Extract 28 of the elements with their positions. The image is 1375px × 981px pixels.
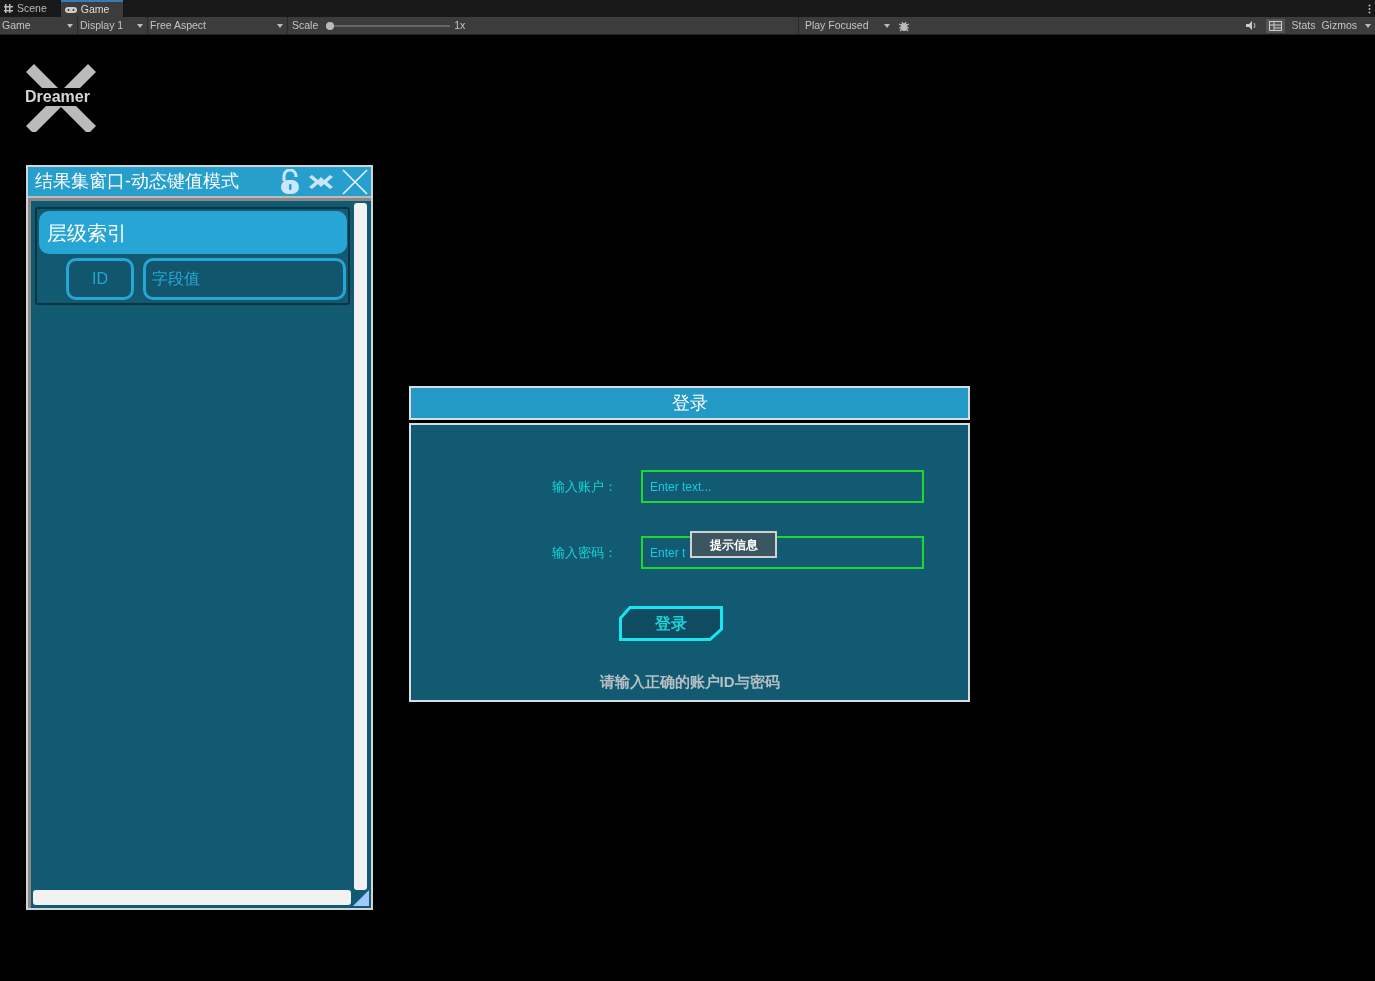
caret-icon [883, 23, 890, 28]
caret-icon [277, 23, 283, 28]
grid-icon [4, 4, 13, 13]
hint-text: 请输入正确的账户ID与密码 [599, 672, 780, 692]
dropdown[interactable]: Free Aspect [148, 17, 288, 34]
logo: Dreamer [24, 62, 98, 132]
scale-value: 1x [454, 17, 466, 33]
stats-grid-icon[interactable] [1266, 18, 1286, 33]
tab[interactable]: Game [60, 0, 124, 17]
scale-label: Scale [292, 17, 319, 33]
horizontal-scrollbar[interactable] [33, 890, 351, 905]
dialog-title: 登录 [409, 386, 970, 420]
input-field[interactable]: Enter text... [641, 470, 924, 503]
tooltip: 提示信息 [690, 531, 777, 558]
dropdown[interactable]: Display 1 [78, 17, 148, 34]
window-title: 结果集窗口-动态键值模式 [35, 170, 240, 193]
tab[interactable]: Scene [0, 0, 61, 17]
close-icon[interactable] [342, 168, 368, 195]
field-label: 输入账户： [551, 477, 618, 496]
dropdown[interactable]: Game [0, 17, 78, 34]
caret-icon [1365, 23, 1371, 28]
vertical-scrollbar[interactable] [354, 203, 367, 890]
gamepad-icon [64, 5, 77, 14]
caret-icon [67, 23, 73, 28]
login-button[interactable]: 登录 [619, 606, 723, 641]
slider-thumb[interactable] [326, 21, 335, 30]
field-label: 输入密码： [551, 543, 618, 562]
caret-icon [137, 23, 143, 28]
